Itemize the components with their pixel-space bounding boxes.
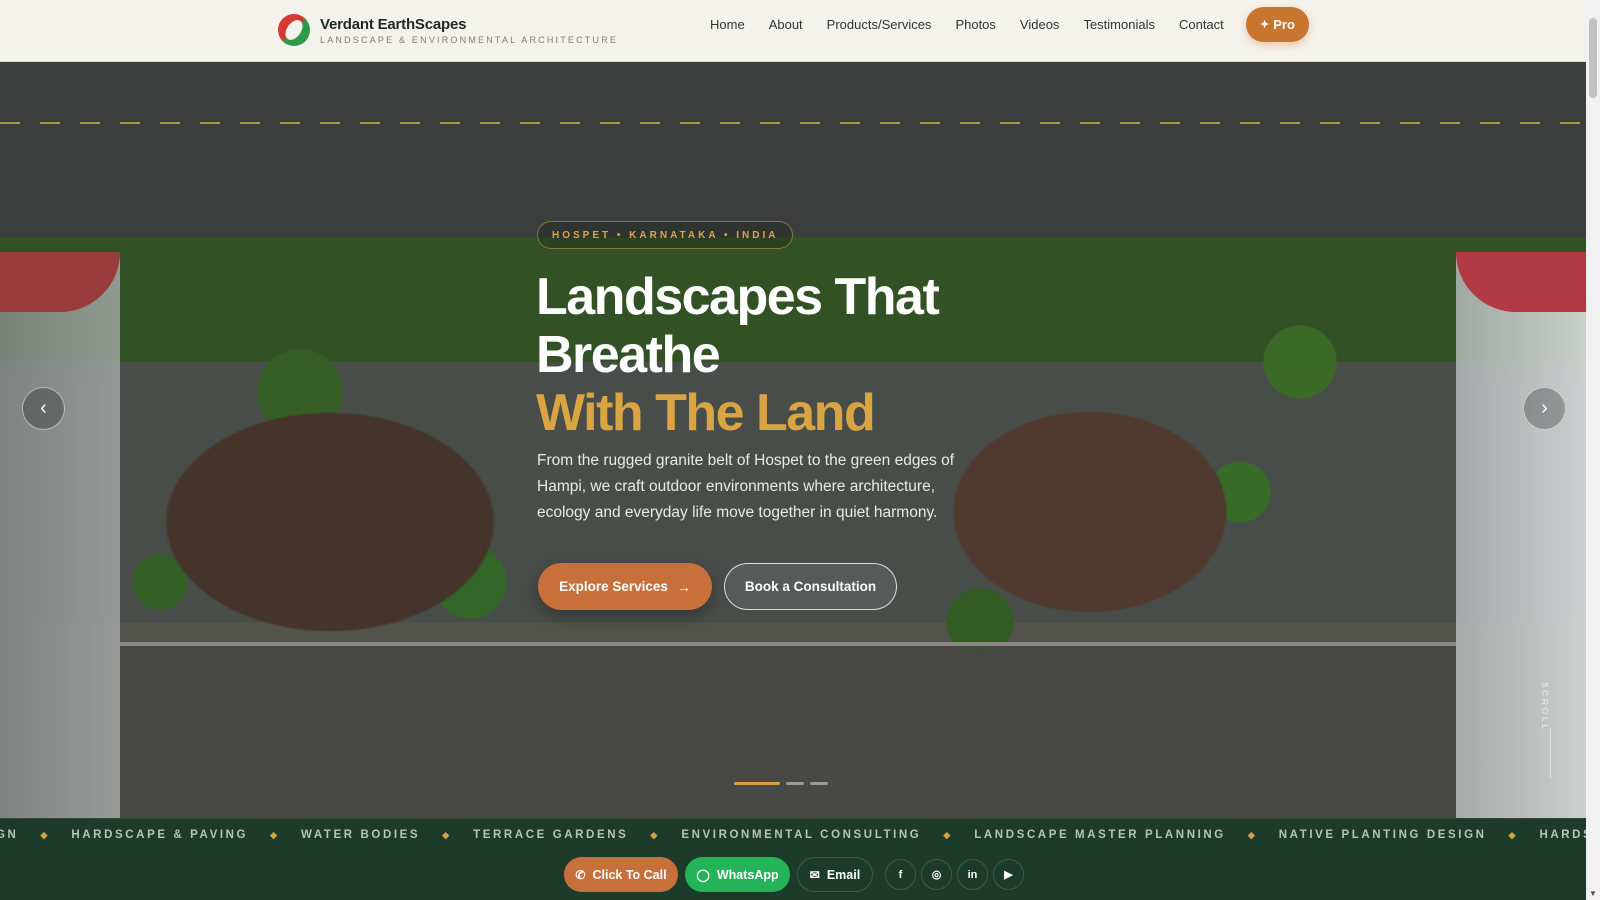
envelope-icon: ✉ (809, 867, 820, 882)
nav-testimonials[interactable]: Testimonials (1083, 17, 1155, 32)
call-label: Click To Call (592, 867, 667, 882)
slide-indicator[interactable] (810, 782, 828, 785)
linkedin-icon[interactable]: in (957, 859, 988, 890)
marquee-item: TERRACE GARDENS ◆ (473, 829, 658, 841)
scrollbar-thumb[interactable] (1589, 18, 1597, 98)
hero-building-left (0, 252, 120, 818)
pro-button[interactable]: ✦ Pro (1246, 7, 1309, 42)
diamond-icon: ◆ (650, 829, 658, 840)
marquee-item: HARDSCAPE & PAVING ◆ (71, 829, 278, 841)
click-to-call-button[interactable]: ✆ Click To Call (564, 857, 678, 892)
brand[interactable]: Verdant EarthScapes LANDSCAPE & ENVIRONM… (278, 14, 618, 46)
slider-next-button[interactable]: › (1523, 387, 1566, 430)
scroll-indicator-label: SCROLL (1540, 682, 1549, 733)
slider-prev-button[interactable]: ‹ (22, 387, 65, 430)
nav-contact[interactable]: Contact (1179, 17, 1224, 32)
nav-products-services[interactable]: Products/Services (827, 17, 932, 32)
explore-services-label: Explore Services (559, 579, 668, 594)
arrow-right-icon: → (676, 578, 691, 595)
hero-title-accent: With The Land (536, 384, 876, 442)
chevron-left-icon: ‹ (40, 397, 47, 419)
hero-rooftop (120, 642, 1456, 818)
contact-action-bar: ✆ Click To Call ◯ WhatsApp ✉ Email f ◎ i… (0, 850, 1586, 900)
logo-icon (278, 14, 310, 46)
hero-description: From the rugged granite belt of Hospet t… (537, 452, 955, 521)
facebook-icon[interactable]: f (885, 859, 916, 890)
nav-home[interactable]: Home (710, 17, 745, 32)
youtube-icon[interactable]: ▶ (993, 859, 1024, 890)
slide-indicator-active[interactable] (734, 782, 780, 785)
marquee-item: HARDS (1539, 829, 1586, 841)
email-button[interactable]: ✉ Email (797, 857, 873, 892)
whatsapp-label: WhatsApp (716, 867, 779, 882)
phone-icon: ✆ (575, 867, 586, 882)
instagram-icon[interactable]: ◎ (921, 859, 952, 890)
marquee-item: ENVIRONMENTAL CONSULTING ◆ (681, 829, 951, 841)
diamond-icon: ◆ (442, 829, 450, 840)
hero-title-line2: Breathe (536, 326, 721, 384)
diamond-icon: ◆ (270, 829, 278, 840)
marquee-item: LANDSCAPE MASTER PLANNING ◆ (974, 829, 1255, 841)
hero-section: HOSPET • KARNATAKA • INDIA Landscapes Th… (0, 62, 1586, 818)
diamond-icon: ◆ (1247, 829, 1255, 840)
nav-photos[interactable]: Photos (955, 17, 995, 32)
brand-tagline: LANDSCAPE & ENVIRONMENTAL ARCHITECTURE (320, 34, 619, 45)
pro-label: Pro (1273, 17, 1295, 32)
whatsapp-icon: ◯ (696, 867, 710, 882)
diamond-icon: ◆ (943, 829, 951, 840)
location-badge: HOSPET • KARNATAKA • INDIA (537, 221, 794, 249)
explore-services-button[interactable]: Explore Services → (538, 563, 712, 610)
site-header: Verdant EarthScapes LANDSCAPE & ENVIRONM… (0, 0, 1586, 62)
main-nav: Home About Products/Services Photos Vide… (710, 0, 1248, 48)
hero-title-line1: Landscapes That (536, 268, 940, 326)
road-markings (0, 122, 1586, 124)
diamond-icon: ◆ (40, 829, 48, 840)
hero-building-right (1456, 252, 1586, 818)
brand-name: Verdant EarthScapes (320, 15, 467, 33)
services-marquee: GN◆ HARDSCAPE & PAVING◆ WATER BODIES◆ TE… (0, 818, 1586, 850)
marquee-item: GN◆ (0, 829, 48, 841)
scroll-indicator-line (1550, 728, 1551, 778)
sparkle-icon: ✦ (1260, 19, 1270, 31)
whatsapp-button[interactable]: ◯ WhatsApp (685, 857, 790, 892)
hero-title: Landscapes That Breathe With The Land (536, 268, 1056, 442)
nav-about[interactable]: About (769, 17, 803, 32)
email-label: Email (826, 867, 861, 882)
page-scrollbar[interactable]: ▼ (1586, 0, 1600, 900)
book-consultation-button[interactable]: Book a Consultation (724, 563, 897, 610)
marquee-track: GN◆ HARDSCAPE & PAVING◆ WATER BODIES◆ TE… (0, 819, 1586, 850)
scroll-down-arrow-icon[interactable]: ▼ (1589, 889, 1597, 898)
marquee-item: NATIVE PLANTING DESIGN ◆ (1278, 829, 1516, 841)
diamond-icon: ◆ (1508, 829, 1516, 840)
slide-indicator[interactable] (786, 782, 804, 785)
marquee-item: WATER BODIES ◆ (301, 829, 450, 841)
chevron-right-icon: › (1541, 397, 1548, 419)
nav-videos[interactable]: Videos (1020, 17, 1060, 32)
